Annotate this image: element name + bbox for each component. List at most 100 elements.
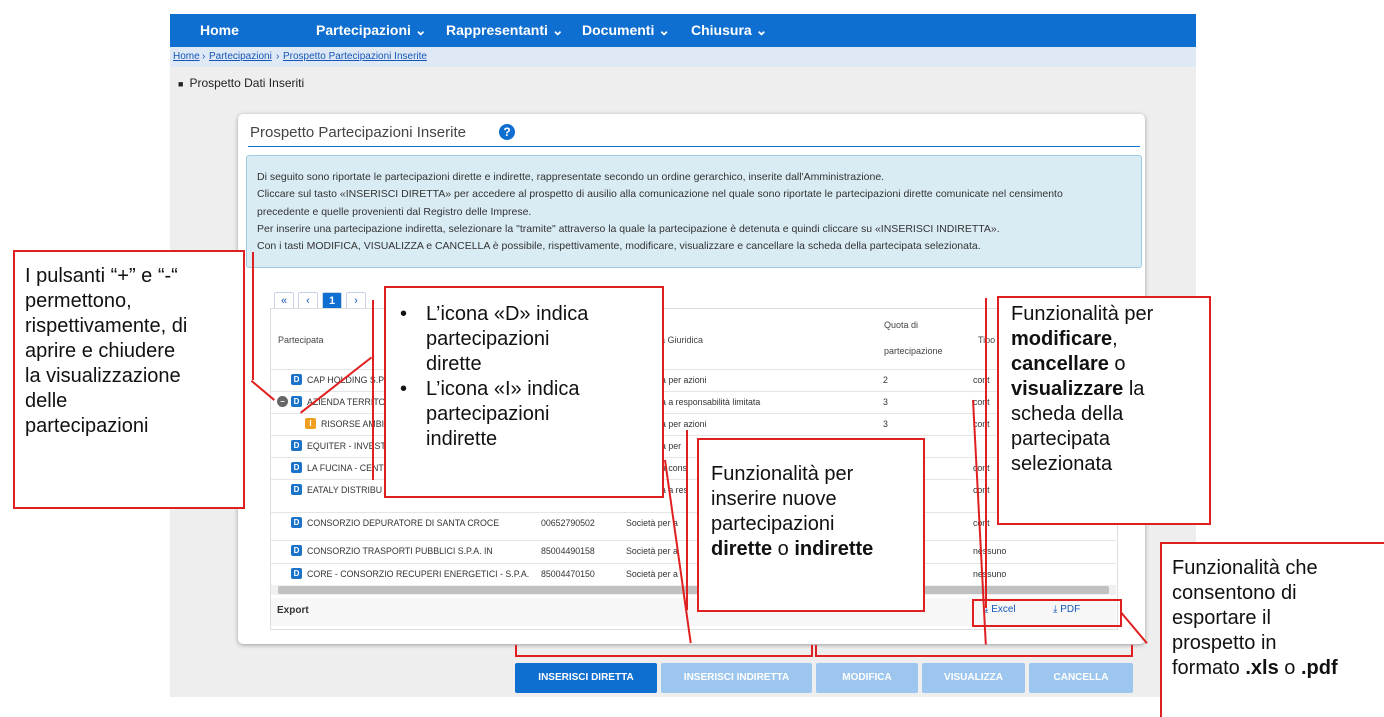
callout-text: consentono di <box>1172 582 1297 604</box>
section-title: ■ Prospetto Dati Inseriti <box>178 76 304 90</box>
callout-export: Funzionalità che consentono di esportare… <box>1160 542 1384 717</box>
cell-forma: Società per a <box>626 518 678 528</box>
direct-badge-icon: D <box>291 462 302 473</box>
callout-text: scheda della <box>1011 403 1124 425</box>
cell-quota: 3 <box>883 419 888 429</box>
nav-chiusura[interactable]: Chiusura ⌄ <box>691 22 767 39</box>
callout-bold: .pdf <box>1300 657 1338 679</box>
callout-bold: indirette <box>794 538 874 560</box>
callout-bullet-i: • L’icona «I» indica partecipazioni indi… <box>400 377 648 452</box>
callout-text: delle <box>25 390 68 412</box>
info-line: Con i tasti MODIFICA, VISUALIZZA e CANCE… <box>257 240 981 252</box>
cell-forma: Società per a <box>626 569 678 579</box>
breadcrumb-partecipazioni[interactable]: Partecipazioni <box>209 51 272 62</box>
direct-badge-icon: D <box>291 545 302 556</box>
cell-quota: 2 <box>883 375 888 385</box>
nav-rappresentanti-label: Rappresentanti <box>446 22 548 38</box>
info-line: precedente e quelle provenienti dal Regi… <box>257 206 532 218</box>
callout-text: partecipazioni <box>426 328 550 350</box>
callout-plus-minus: I pulsanti “+” e “-“ permettono, rispett… <box>13 250 245 509</box>
callout-connector-line <box>252 252 254 380</box>
cell-tipo: cont <box>973 518 990 528</box>
nav-chiusura-label: Chiusura <box>691 22 752 38</box>
callout-text-line: visualizzare la <box>1011 377 1197 402</box>
callout-bold: modificare <box>1011 328 1113 350</box>
callout-text: , <box>1112 328 1118 350</box>
edit-buttons-bracket <box>815 645 1133 657</box>
direct-badge-icon: D <box>291 484 302 495</box>
modifica-button[interactable]: MODIFICA <box>816 663 918 693</box>
insert-buttons-bracket <box>515 645 813 657</box>
callout-bold: visualizzare <box>1011 378 1124 400</box>
table-row[interactable]: D CONSORZIO DEPURATORE DI SANTA CROCE 00… <box>271 512 1116 534</box>
callout-text: dirette <box>426 353 482 375</box>
callout-text-line: cancellare o <box>1011 352 1197 377</box>
nav-documenti-label: Documenti <box>582 22 655 38</box>
breadcrumb: Home › Partecipazioni › Prospetto Partec… <box>170 47 1196 67</box>
cell-forma: à a res <box>661 485 688 495</box>
cell-forma: à a responsabilità limitata <box>661 397 761 407</box>
cell-partecipata: EATALY DISTRIBU <box>307 485 383 495</box>
info-line: Cliccare sul tasto «INSERISCI DIRETTA» p… <box>257 188 1063 200</box>
nav-partecipazioni[interactable]: Partecipazioni ⌄ <box>316 22 427 39</box>
cell-partecipata: RISORSE AMBI <box>321 419 385 429</box>
nav-home[interactable]: Home <box>200 22 239 38</box>
callout-text: partecipazioni <box>711 513 835 535</box>
info-line: Per inserire una partecipazione indirett… <box>257 223 1000 235</box>
cell-tipo: cont <box>973 375 990 385</box>
callout-text: Funzionalità che <box>1172 557 1318 579</box>
inserisci-diretta-button[interactable]: INSERISCI DIRETTA <box>515 663 657 693</box>
nav-rappresentanti[interactable]: Rappresentanti ⌄ <box>446 22 564 39</box>
direct-badge-icon: D <box>291 440 302 451</box>
breadcrumb-prospetto[interactable]: Prospetto Partecipazioni Inserite <box>283 51 427 62</box>
callout-bold: dirette <box>711 538 773 560</box>
callout-text: partecipata <box>1011 428 1110 450</box>
breadcrumb-home[interactable]: Home <box>173 51 200 62</box>
direct-badge-icon: D <box>291 396 302 407</box>
callout-connector-line <box>686 430 688 610</box>
top-navbar: Home Partecipazioni ⌄ Rappresentanti ⌄ D… <box>170 14 1196 47</box>
cell-partecipata: CONSORZIO TRASPORTI PUBBLICI S.P.A. IN <box>307 546 493 556</box>
export-highlight <box>972 599 1122 627</box>
column-header-partecipata: Partecipata <box>278 335 324 345</box>
callout-bullet-d: • L’icona «D» indica partecipazioni dire… <box>400 302 648 377</box>
cancella-button[interactable]: CANCELLA <box>1029 663 1133 693</box>
callout-text: indirette <box>426 428 498 450</box>
callout-text: la <box>1123 378 1145 400</box>
callout-text: o <box>1278 657 1301 679</box>
bullet-icon: • <box>400 378 408 400</box>
square-bullet-icon: ■ <box>178 79 184 89</box>
chevron-down-icon: ⌄ <box>755 22 768 38</box>
table-row[interactable]: D CORE - CONSORZIO RECUPERI ENERGETICI -… <box>271 563 1116 585</box>
collapse-minus-icon[interactable]: − <box>277 396 288 407</box>
callout-text: L’icona «D» indica <box>426 303 589 325</box>
callout-bold: .xls <box>1245 657 1279 679</box>
visualizza-button[interactable]: VISUALIZZA <box>922 663 1025 693</box>
indirect-badge-icon: I <box>305 418 316 429</box>
cell-forma: à per azioni <box>661 375 707 385</box>
column-header-quota-line1: Quota di <box>884 320 919 330</box>
cell-partecipata: CONSORZIO DEPURATORE DI SANTA CROCE <box>307 518 500 528</box>
direct-badge-icon: D <box>291 374 302 385</box>
callout-text: Funzionalità per <box>1011 303 1154 325</box>
chevron-down-icon: ⌄ <box>658 22 670 38</box>
chevron-down-icon: ⌄ <box>551 22 564 38</box>
callout-connector-line <box>985 298 987 608</box>
cell-codice-fiscale: 85004490158 <box>541 546 595 556</box>
export-label: Export <box>277 605 309 616</box>
cell-quota: 3 <box>883 397 888 407</box>
callout-text: rispettivamente, di <box>25 315 188 337</box>
cell-forma: à per <box>661 441 682 451</box>
callout-text: permettono, <box>25 290 132 312</box>
nav-documenti[interactable]: Documenti ⌄ <box>582 22 670 39</box>
callout-text: selezionata <box>1011 453 1113 475</box>
callout-text: partecipazioni <box>426 403 550 425</box>
section-title-text: Prospetto Dati Inseriti <box>189 76 305 90</box>
breadcrumb-separator: › <box>276 51 280 62</box>
cell-forma: Società per a <box>626 546 678 556</box>
callout-text: o <box>772 538 795 560</box>
table-row[interactable]: D CONSORZIO TRASPORTI PUBBLICI S.P.A. IN… <box>271 540 1116 562</box>
inserisci-indiretta-button[interactable]: INSERISCI INDIRETTA <box>661 663 812 693</box>
help-icon[interactable]: ? <box>499 124 515 140</box>
bullet-icon: • <box>400 303 408 325</box>
